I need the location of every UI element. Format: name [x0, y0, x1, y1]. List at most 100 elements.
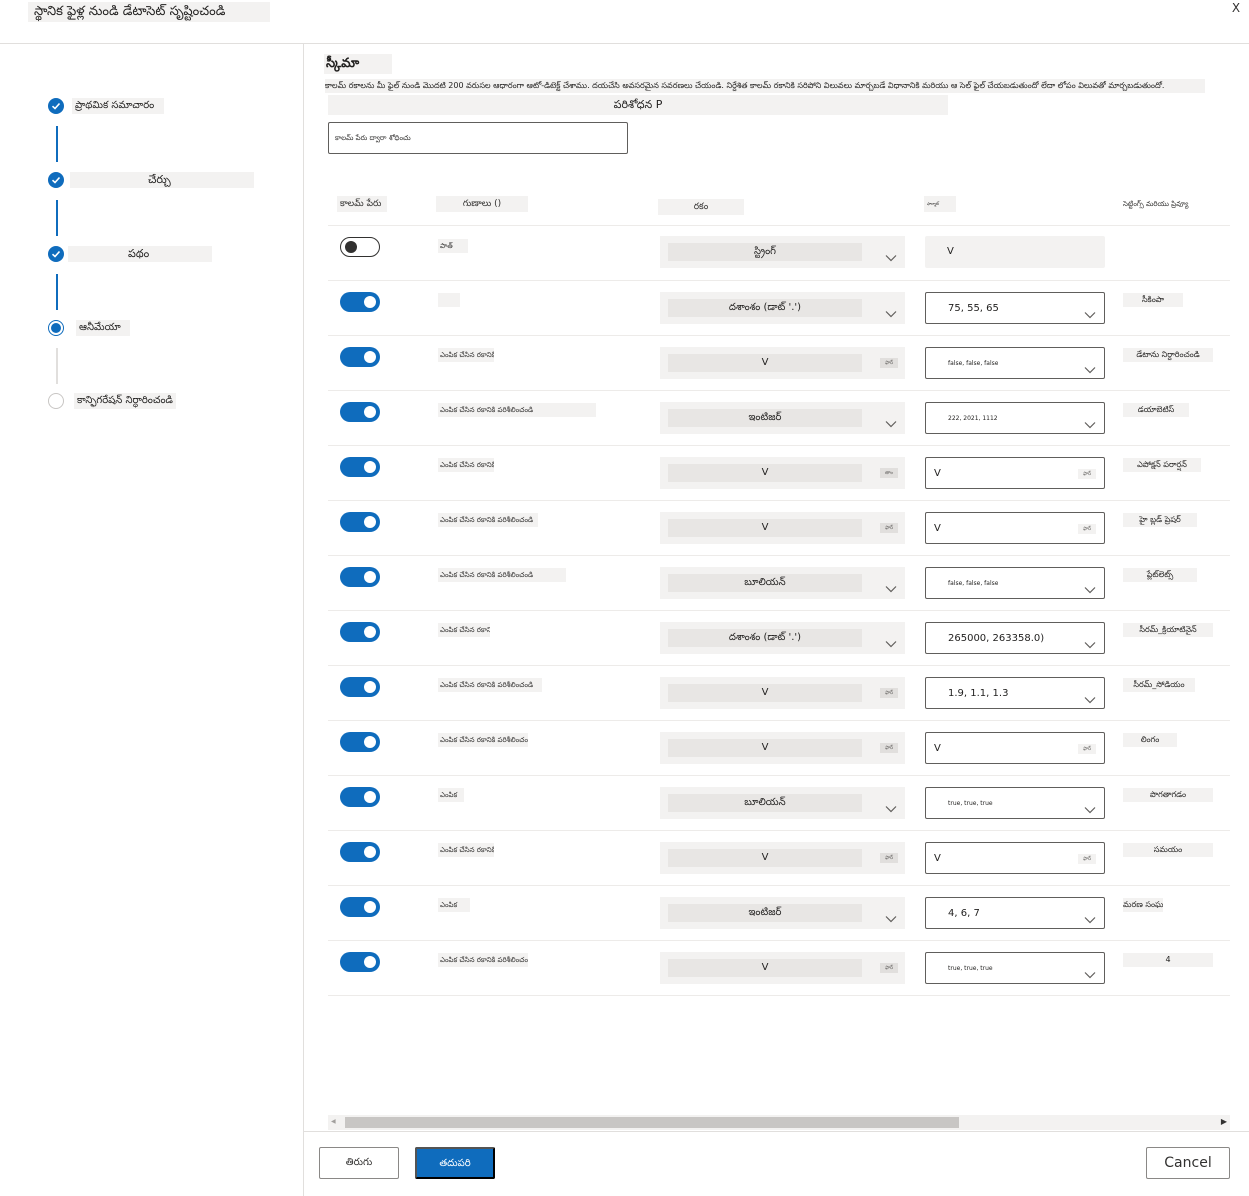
- column-settings-preview: సీరమ్_క్రియాటినైన్: [1123, 623, 1213, 637]
- toggle-knob: [364, 626, 376, 638]
- include-column-toggle[interactable]: [340, 292, 380, 312]
- column-type-dropdown[interactable]: బూలియన్: [660, 567, 905, 599]
- column-format-dropdown[interactable]: V ఫార్: [925, 457, 1105, 489]
- close-icon[interactable]: X: [1229, 1, 1243, 15]
- column-format-dropdown[interactable]: false, false, false: [925, 347, 1105, 379]
- column-type-dropdown[interactable]: ఇంటిజర్: [660, 897, 905, 929]
- scroll-left-icon[interactable]: ◀: [331, 1118, 336, 1125]
- column-format-value: V: [934, 853, 941, 864]
- include-column-toggle[interactable]: [340, 787, 380, 807]
- column-format-dropdown[interactable]: 265000, 263358.0): [925, 622, 1105, 654]
- column-type-value: V: [668, 519, 862, 537]
- column-format-dropdown[interactable]: 75, 55, 65: [925, 292, 1105, 324]
- column-property: పాత్: [438, 239, 468, 253]
- chevron-down-icon: [885, 798, 897, 817]
- column-type-dropdown[interactable]: V ఫార్: [660, 512, 905, 544]
- table-row: పాత్ స్ట్రింగ్ V: [328, 226, 1230, 281]
- column-type-dropdown[interactable]: V ఫార్: [660, 842, 905, 874]
- scroll-right-icon[interactable]: ▶: [1221, 1117, 1227, 1126]
- column-property: ఎంపిక చేసిన రకానికి పరిశీలించండి: [438, 403, 596, 417]
- column-settings-preview: సీకింపా: [1123, 293, 1183, 307]
- column-type-dropdown[interactable]: స్ట్రింగ్: [660, 236, 905, 268]
- type-hint: ఫార్: [880, 358, 898, 368]
- wizard-step-schema[interactable]: ఆనీమేయా: [48, 318, 288, 338]
- chevron-down-icon: [1084, 304, 1096, 323]
- include-column-toggle[interactable]: [340, 952, 380, 972]
- column-type-dropdown[interactable]: V ఫార్: [660, 677, 905, 709]
- chevron-down-icon: [1084, 689, 1096, 708]
- header-type: రకం: [658, 199, 744, 215]
- horizontal-scrollbar[interactable]: ◀ ▶: [328, 1115, 1230, 1130]
- column-format-value: V: [934, 468, 941, 479]
- column-property: ఎంపిక చేసిన రకానికి: [438, 348, 494, 362]
- column-type-dropdown[interactable]: ఇంటిజర్: [660, 402, 905, 434]
- scrollbar-thumb[interactable]: [345, 1117, 959, 1128]
- wizard-step-label: ఆనీమేయా: [76, 320, 130, 336]
- header-format: ఫార్మాట్: [924, 196, 956, 212]
- include-column-toggle[interactable]: [340, 732, 380, 752]
- chevron-down-icon: [885, 633, 897, 652]
- column-type-dropdown[interactable]: దశాంశం (డాట్ '.'): [660, 622, 905, 654]
- wizard-step-include[interactable]: చేర్చు: [48, 170, 288, 190]
- toggle-knob: [364, 956, 376, 968]
- column-settings-preview: మరణ సంఘటన: [1123, 898, 1163, 912]
- chevron-down-icon: [1084, 909, 1096, 928]
- column-format-dropdown[interactable]: V ఫార్: [925, 512, 1105, 544]
- column-format-dropdown[interactable]: 1.9, 1.1, 1.3: [925, 677, 1105, 709]
- include-column-toggle[interactable]: [340, 402, 380, 422]
- column-format-dropdown[interactable]: V ఫార్: [925, 842, 1105, 874]
- column-property: ఎంపిక: [438, 898, 470, 912]
- header-properties: గుణాలు (): [436, 196, 528, 212]
- column-format-dropdown[interactable]: 222, 2021, 1112: [925, 402, 1105, 434]
- column-type-dropdown[interactable]: V ఫార్: [660, 952, 905, 984]
- column-type-value: దశాంశం (డాట్ '.'): [668, 629, 862, 647]
- schema-title: స్కీమా: [324, 54, 392, 74]
- table-row: ఎంపిక చేసిన రకానికి పరిశీలించండి బూలియన్ f…: [328, 556, 1230, 611]
- wizard-step-basic-info[interactable]: ప్రాథమిక సమాచారం: [48, 96, 288, 116]
- column-type-value: V: [668, 464, 862, 482]
- column-search-box[interactable]: [328, 122, 628, 154]
- chevron-down-icon: [1084, 579, 1096, 598]
- include-column-toggle[interactable]: [340, 512, 380, 532]
- table-row: ఎంపిక చేసిన రకానికి పరిశీలించండి V ఫార్ V ఫా…: [328, 501, 1230, 556]
- column-settings-preview: సీరమ్_సోడియం: [1123, 678, 1195, 692]
- column-type-dropdown[interactable]: V తాం: [660, 457, 905, 489]
- column-type-value: V: [668, 684, 862, 702]
- column-format-dropdown[interactable]: V ఫార్: [925, 732, 1105, 764]
- column-format-value: V: [934, 523, 941, 534]
- column-format-dropdown[interactable]: true, true, true: [925, 787, 1105, 819]
- column-type-dropdown[interactable]: దశాంశం (డాట్ '.'): [660, 292, 905, 324]
- include-column-toggle[interactable]: [340, 457, 380, 477]
- header-settings: సెట్టింగ్స్ మరియు ప్రివ్యూ: [1123, 200, 1189, 208]
- column-type-dropdown[interactable]: V ఫార్: [660, 732, 905, 764]
- column-format-dropdown[interactable]: false, false, false: [925, 567, 1105, 599]
- column-search-input[interactable]: [335, 130, 621, 146]
- table-row: ఎంపిక చేసిన రకానికి పరిశీలించండి ఇంటిజర్ 2…: [328, 391, 1230, 446]
- toggle-knob: [364, 296, 376, 308]
- wizard-step-confirm[interactable]: కాన్ఫిగరేషన్ నిర్ధారించండి: [48, 391, 288, 411]
- column-format-value: true, true, true: [948, 800, 993, 807]
- wizard-step-label: పథం: [68, 246, 212, 262]
- column-type-dropdown[interactable]: V ఫార్: [660, 347, 905, 379]
- include-column-toggle[interactable]: [340, 677, 380, 697]
- include-column-toggle[interactable]: [340, 622, 380, 642]
- table-row: ఎంపిక చేసిన రకానికి పరిశీలించండి V ఫార్ 1.9…: [328, 666, 1230, 721]
- include-column-toggle[interactable]: [340, 567, 380, 587]
- include-column-toggle[interactable]: [340, 347, 380, 367]
- next-button[interactable]: తదుపరి: [415, 1147, 495, 1179]
- column-type-dropdown[interactable]: బూలియన్: [660, 787, 905, 819]
- column-format-dropdown[interactable]: true, true, true: [925, 952, 1105, 984]
- back-button[interactable]: తిరుగు: [319, 1147, 399, 1179]
- cancel-button[interactable]: Cancel: [1146, 1147, 1230, 1179]
- include-column-toggle[interactable]: [340, 842, 380, 862]
- column-format-value: V: [934, 743, 941, 754]
- check-icon: [48, 172, 64, 188]
- column-format-dropdown[interactable]: V: [925, 236, 1105, 268]
- wizard-step-path[interactable]: పథం: [48, 244, 288, 264]
- column-property: [438, 293, 460, 307]
- wizard-connector: [56, 126, 58, 162]
- column-format-dropdown[interactable]: 4, 6, 7: [925, 897, 1105, 929]
- include-column-toggle[interactable]: [340, 237, 380, 257]
- column-type-value: V: [668, 739, 862, 757]
- include-column-toggle[interactable]: [340, 897, 380, 917]
